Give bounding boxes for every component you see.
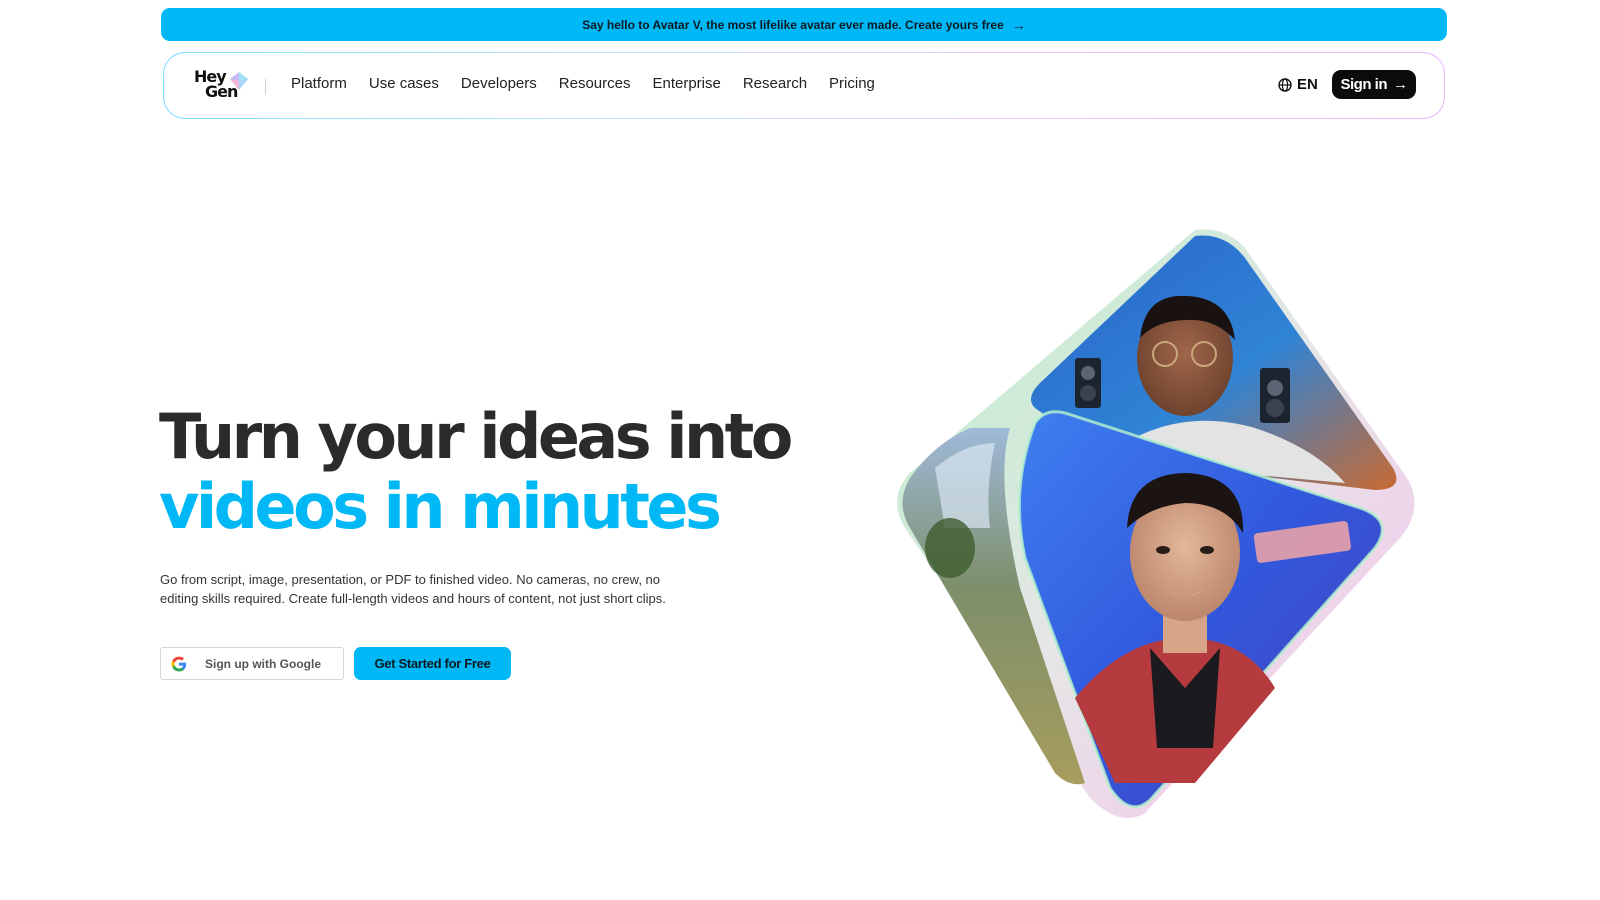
nav-link-use-cases[interactable]: Use cases <box>369 75 439 92</box>
language-selector[interactable]: EN <box>1278 76 1318 93</box>
signin-label: Sign in <box>1340 76 1388 93</box>
hero-title: Turn your ideas into videos in minutes <box>159 400 793 543</box>
nav-link-pricing[interactable]: Pricing <box>829 75 875 92</box>
globe-icon <box>1278 77 1292 92</box>
nav-link-research[interactable]: Research <box>743 75 807 92</box>
promo-text: Say hello to Avatar V, the most lifelike… <box>582 17 1004 32</box>
hero-title-line2: videos in minutes <box>159 470 722 543</box>
nav-links: Platform Use cases Developers Resources … <box>291 75 897 92</box>
nav-divider <box>265 79 266 95</box>
language-label: EN <box>1297 76 1318 93</box>
nav-link-platform[interactable]: Platform <box>291 75 347 92</box>
hero-description: Go from script, image, presentation, or … <box>160 572 666 606</box>
nav-link-developers[interactable]: Developers <box>461 75 537 92</box>
hero-avatar-cube-image <box>897 229 1415 818</box>
google-signup-button[interactable]: Sign up with Google <box>160 647 344 680</box>
logo-gem-icon <box>230 72 248 90</box>
get-started-label: Get Started for Free <box>374 656 491 671</box>
google-icon <box>171 656 187 671</box>
arrow-right-icon: → <box>1011 16 1026 33</box>
get-started-button[interactable]: Get Started for Free <box>354 647 511 680</box>
nav-link-enterprise[interactable]: Enterprise <box>652 75 720 92</box>
signin-button[interactable]: Sign in → <box>1332 70 1416 99</box>
heygen-logo[interactable]: Hey Gen <box>194 69 250 103</box>
nav-link-resources[interactable]: Resources <box>559 75 631 92</box>
promo-banner[interactable]: Say hello to Avatar V, the most lifelike… <box>161 8 1447 41</box>
arrow-right-icon: → <box>1393 76 1408 93</box>
navbar: Hey Gen Platform Use cases Developers Re… <box>163 52 1445 119</box>
google-signup-label: Sign up with Google <box>205 656 321 671</box>
hero-title-line1: Turn your ideas into <box>159 400 793 473</box>
